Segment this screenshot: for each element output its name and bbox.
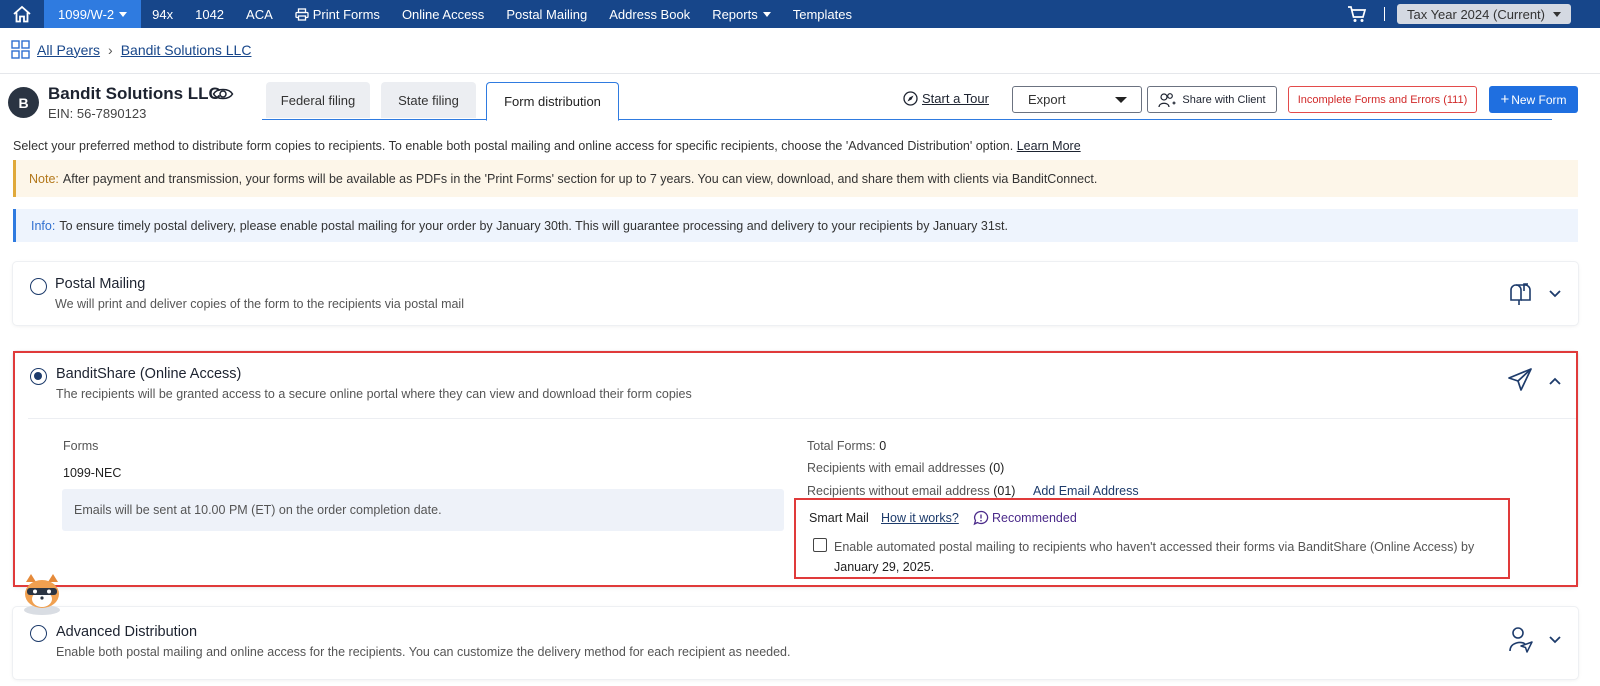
intro-text: Select your preferred method to distribu… bbox=[13, 139, 1081, 153]
chevron-down-icon[interactable] bbox=[1548, 286, 1562, 301]
incomplete-forms-errors-button[interactable]: Incomplete Forms and Errors (111) bbox=[1288, 86, 1477, 113]
eye-icon[interactable] bbox=[212, 86, 234, 105]
new-form-label: New Form bbox=[1511, 92, 1567, 107]
advanced-distribution-card[interactable]: Advanced Distribution Enable both postal… bbox=[13, 607, 1578, 679]
chevron-down-icon bbox=[762, 11, 771, 17]
tabs-underline bbox=[262, 119, 1552, 120]
highlight-outline bbox=[13, 351, 1578, 587]
breadcrumb-current-payer[interactable]: Bandit Solutions LLC bbox=[121, 42, 252, 58]
nav-reports-label: Reports bbox=[712, 6, 758, 22]
export-dropdown[interactable]: Export bbox=[1012, 86, 1142, 113]
user-send-icon bbox=[1508, 626, 1534, 657]
postal-mailing-card[interactable]: Postal Mailing We will print and deliver… bbox=[13, 262, 1578, 325]
chevron-down-icon[interactable] bbox=[1548, 632, 1562, 647]
nav-94x[interactable]: 94x bbox=[141, 0, 184, 28]
share-with-client-button[interactable]: Share with Client bbox=[1147, 86, 1277, 113]
advanced-distribution-subtitle: Enable both postal mailing and online ac… bbox=[56, 645, 791, 659]
cart-icon[interactable] bbox=[1344, 0, 1370, 28]
payer-name: Bandit Solutions LLC bbox=[48, 84, 221, 103]
advanced-distribution-radio[interactable] bbox=[30, 625, 47, 642]
tab-state-filing[interactable]: State filing bbox=[381, 82, 476, 118]
info-label: Info: bbox=[31, 218, 56, 233]
nav-divider bbox=[1383, 7, 1385, 21]
compass-icon bbox=[903, 91, 918, 106]
chevron-down-icon bbox=[119, 11, 128, 17]
users-add-icon bbox=[1158, 92, 1176, 107]
nav-reports[interactable]: Reports bbox=[701, 0, 782, 28]
note-label: Note: bbox=[29, 171, 59, 186]
intro-description: Select your preferred method to distribu… bbox=[13, 139, 1014, 153]
plus-icon: + bbox=[1500, 91, 1510, 108]
printer-icon bbox=[295, 7, 309, 21]
nav-1099-w2-label: 1099/W-2 bbox=[58, 6, 115, 22]
share-with-client-label: Share with Client bbox=[1182, 93, 1266, 106]
chevron-down-icon bbox=[1553, 11, 1561, 17]
postal-mailing-subtitle: We will print and deliver copies of the … bbox=[55, 297, 464, 311]
postal-mailing-title: Postal Mailing bbox=[55, 276, 146, 292]
nav-online-access[interactable]: Online Access bbox=[391, 0, 495, 28]
breadcrumb: All Payers › Bandit Solutions LLC bbox=[11, 40, 251, 59]
tab-federal-filing[interactable]: Federal filing bbox=[266, 82, 370, 118]
mascot-assistant-icon[interactable] bbox=[18, 572, 66, 616]
tab-form-distribution[interactable]: Form distribution bbox=[486, 82, 619, 121]
chevron-down-icon bbox=[1115, 96, 1127, 103]
nav-templates[interactable]: Templates bbox=[782, 0, 863, 28]
export-label: Export bbox=[1028, 92, 1066, 107]
info-banner: Info: To ensure timely postal delivery, … bbox=[13, 209, 1578, 242]
home-icon[interactable] bbox=[0, 0, 44, 28]
breadcrumb-all-payers[interactable]: All Payers bbox=[37, 42, 100, 58]
postal-mailing-radio[interactable] bbox=[30, 278, 47, 295]
nav-print-forms-label: Print Forms bbox=[312, 6, 380, 22]
top-nav: 1099/W-2 94x 1042 ACA Print Forms Online… bbox=[0, 0, 1600, 28]
advanced-distribution-title: Advanced Distribution bbox=[56, 624, 198, 640]
note-banner: Note: After payment and transmission, yo… bbox=[13, 160, 1578, 197]
tax-year-select[interactable]: Tax Year 2024 (Current) bbox=[1396, 4, 1571, 24]
start-tour-link[interactable]: Start a Tour bbox=[903, 91, 989, 106]
tax-year-value: Tax Year 2024 (Current) bbox=[1406, 6, 1545, 22]
new-form-button[interactable]: + New Form bbox=[1489, 86, 1578, 113]
chevron-right-icon: › bbox=[108, 41, 113, 58]
mailbox-icon bbox=[1507, 280, 1533, 309]
nav-print-forms[interactable]: Print Forms bbox=[284, 0, 391, 28]
learn-more-link[interactable]: Learn More bbox=[1017, 139, 1081, 153]
note-text: After payment and transmission, your for… bbox=[62, 171, 1098, 186]
start-tour-label: Start a Tour bbox=[922, 91, 989, 106]
divider bbox=[0, 73, 1600, 74]
nav-right: Tax Year 2024 (Current) bbox=[1344, 0, 1600, 28]
nav-1099-w2[interactable]: 1099/W-2 bbox=[44, 0, 142, 28]
nav-address-book[interactable]: Address Book bbox=[598, 0, 701, 28]
payer-ein: EIN: 56-7890123 bbox=[48, 106, 147, 121]
nav-postal-mailing[interactable]: Postal Mailing bbox=[495, 0, 598, 28]
nav-aca[interactable]: ACA bbox=[235, 0, 284, 28]
nav-1042[interactable]: 1042 bbox=[184, 0, 235, 28]
grid-icon[interactable] bbox=[11, 40, 30, 59]
info-text: To ensure timely postal delivery, please… bbox=[59, 218, 1008, 233]
avatar: B bbox=[8, 87, 39, 118]
